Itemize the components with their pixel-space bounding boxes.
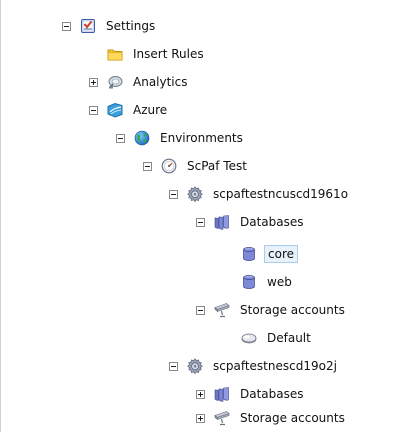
tree-node-cloud-service-1[interactable]: scpaftestncuscd1961o — [169, 180, 351, 208]
tree-node-label: Databases — [240, 215, 304, 229]
environment-gauge-icon — [160, 157, 178, 175]
tree-node-label: Environments — [160, 131, 243, 145]
collapse-toggle[interactable] — [196, 217, 205, 227]
settings-tree: Settings Insert Rules Analytics Azure En… — [0, 0, 396, 432]
tree-node-label: Databases — [240, 387, 304, 401]
collapse-toggle[interactable] — [169, 361, 178, 371]
tree-node-default-storage[interactable]: Default — [223, 324, 314, 352]
tree-node-environments[interactable]: Environments — [116, 124, 246, 152]
collapse-toggle[interactable] — [62, 21, 71, 31]
collapse-toggle[interactable] — [196, 305, 205, 315]
tree-node-label: Storage accounts — [240, 303, 345, 317]
databases-icon — [213, 385, 231, 403]
tree-node-storage-accounts-2[interactable]: Storage accounts — [196, 404, 348, 432]
analytics-satellite-icon — [106, 73, 124, 91]
azure-icon — [106, 101, 124, 119]
tree-node-settings[interactable]: Settings — [62, 12, 158, 40]
tree-node-label: scpaftestncuscd1961o — [213, 187, 349, 201]
tree-node-label: scpaftestnescd19o2j — [213, 359, 337, 373]
storage-accounts-icon — [213, 301, 231, 319]
expand-toggle[interactable] — [89, 77, 98, 87]
tree-node-core-database[interactable]: core — [223, 240, 298, 268]
globe-icon — [133, 129, 151, 147]
tree-node-insert-rules[interactable]: Insert Rules — [89, 40, 207, 68]
collapse-toggle[interactable] — [116, 133, 125, 143]
tree-node-label: Analytics — [133, 75, 188, 89]
tree-node-label: ScPaf Test — [187, 159, 247, 173]
service-gear-icon — [186, 185, 204, 203]
folder-icon — [106, 45, 124, 63]
tree-node-scpaf-test[interactable]: ScPaf Test — [143, 152, 250, 180]
tree-node-web-database[interactable]: web — [223, 268, 295, 296]
tree-node-label: Storage accounts — [240, 411, 345, 425]
expand-toggle[interactable] — [196, 413, 205, 423]
tree-node-storage-accounts[interactable]: Storage accounts — [196, 296, 348, 324]
tree-node-databases[interactable]: Databases — [196, 208, 307, 236]
collapse-toggle[interactable] — [89, 105, 98, 115]
tree-node-label: Default — [267, 331, 311, 345]
tree-node-label: Insert Rules — [133, 47, 204, 61]
settings-checklist-icon — [79, 17, 97, 35]
collapse-toggle[interactable] — [143, 161, 152, 171]
tree-node-label: web — [267, 275, 292, 289]
tree-node-label: Azure — [133, 103, 168, 117]
tree-node-label: Settings — [106, 19, 156, 33]
tree-node-azure[interactable]: Azure — [89, 96, 170, 124]
expand-toggle[interactable] — [196, 389, 205, 399]
database-icon — [240, 273, 258, 291]
tree-node-label: core — [264, 245, 298, 263]
tree-node-analytics[interactable]: Analytics — [89, 68, 191, 96]
database-icon — [240, 245, 258, 263]
tree-node-cloud-service-2[interactable]: scpaftestnescd19o2j — [169, 352, 340, 380]
storage-account-icon — [240, 329, 258, 347]
service-gear-icon — [186, 357, 204, 375]
collapse-toggle[interactable] — [169, 189, 178, 199]
databases-icon — [213, 213, 231, 231]
storage-accounts-icon — [213, 409, 231, 427]
